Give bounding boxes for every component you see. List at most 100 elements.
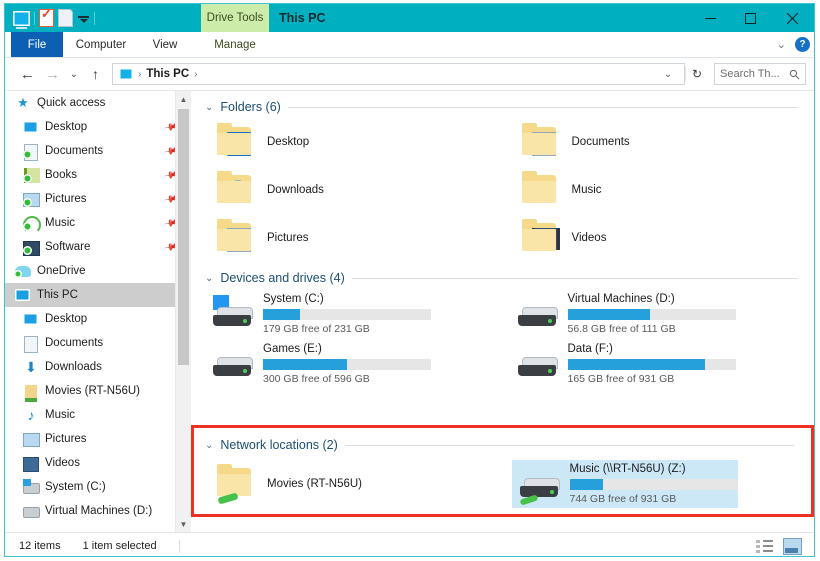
folder-item[interactable]: ♪ Music: [510, 166, 815, 214]
group-header-folders[interactable]: ⌄ Folders (6): [205, 100, 814, 114]
sidebar-item-pictures[interactable]: Pictures 📌: [5, 187, 191, 211]
help-icon[interactable]: ?: [795, 37, 810, 52]
minimize-button[interactable]: [690, 4, 730, 32]
navigation-scrollbar[interactable]: ▲ ▼: [175, 91, 191, 532]
tab-computer[interactable]: Computer: [63, 32, 139, 57]
properties-icon[interactable]: [39, 6, 54, 27]
tab-manage[interactable]: Manage: [201, 32, 269, 57]
back-button[interactable]: ←: [15, 62, 40, 86]
qat-divider-2: [94, 11, 95, 25]
breadcrumb-separator-1[interactable]: ›: [194, 69, 197, 80]
address-right: ↻ Search Th...: [685, 63, 814, 85]
recent-locations-button[interactable]: ⌄: [65, 62, 83, 86]
qat-divider: [34, 11, 35, 25]
sidebar-item-system-c[interactable]: System (C:): [5, 475, 191, 499]
drive-item[interactable]: Virtual Machines (D:) 56.8 GB free of 111…: [510, 289, 815, 339]
sidebar-item-music[interactable]: ♪ Music: [5, 403, 191, 427]
windows-drive-icon: [209, 293, 257, 333]
breadcrumb[interactable]: › This PC › ⌄: [112, 63, 685, 85]
folder-item[interactable]: Pictures: [205, 214, 510, 262]
network-folder-label: Movies (RT-N56U): [267, 478, 362, 490]
sidebar-item-pictures[interactable]: Pictures: [5, 427, 191, 451]
sidebar-item-software[interactable]: Software 📌: [5, 235, 191, 259]
sidebar-item-label: Quick access: [37, 97, 106, 109]
books-synced-icon: [23, 167, 40, 183]
sidebar-item-virtual-machines-d[interactable]: Virtual Machines (D:): [5, 499, 191, 523]
group-header-drives[interactable]: ⌄ Devices and drives (4): [205, 271, 814, 285]
ribbon-right-controls: ⌄ ?: [777, 32, 810, 57]
network-item[interactable]: Movies (RT-N56U): [205, 456, 508, 512]
sidebar-item-onedrive[interactable]: OneDrive: [5, 259, 191, 283]
group-title-drives: Devices and drives (4): [220, 271, 345, 285]
sidebar-item-label: OneDrive: [37, 265, 86, 277]
network-item[interactable]: Music (\\RT-N56U) (Z:) 744 GB free of 931…: [508, 456, 811, 512]
search-input[interactable]: Search Th...: [714, 63, 806, 85]
details-view-button[interactable]: [756, 539, 773, 554]
sidebar-item-music[interactable]: Music 📌: [5, 211, 191, 235]
close-button[interactable]: [770, 4, 814, 32]
title-bar: Drive Tools This PC: [5, 4, 814, 32]
drive-item[interactable]: Data (F:) 165 GB free of 931 GB: [510, 339, 815, 389]
sidebar-item-quick-access[interactable]: ★ Quick access: [5, 91, 191, 115]
file-explorer-window: Drive Tools This PC File Computer View M…: [4, 3, 815, 557]
desktop-monitor-icon: [23, 311, 39, 327]
drive-name: Virtual Machines (D:): [567, 293, 675, 305]
drive-item[interactable]: System (C:) 179 GB free of 231 GB: [205, 289, 510, 339]
contextual-tab-drive-tools[interactable]: Drive Tools: [201, 4, 269, 32]
group-title-network: Network locations (2): [220, 438, 338, 452]
sidebar-item-downloads[interactable]: ⬇ Downloads: [5, 355, 191, 379]
group-header-network[interactable]: ⌄ Network locations (2): [205, 438, 810, 452]
folder-documents-icon: [518, 123, 562, 161]
breadcrumb-item-this-pc[interactable]: This PC: [146, 68, 189, 80]
scroll-up-arrow-icon[interactable]: ▲: [176, 91, 191, 107]
customize-caret-icon[interactable]: [77, 12, 90, 25]
drives-grid: System (C:) 179 GB free of 231 GB Virtual …: [191, 289, 814, 389]
tab-view[interactable]: View: [139, 32, 191, 57]
tab-file[interactable]: File: [11, 32, 63, 57]
ribbon-tab-strip: File Computer View Manage ⌄ ?: [5, 32, 814, 58]
sidebar-item-desktop[interactable]: Desktop 📌: [5, 115, 191, 139]
folder-item[interactable]: ⬇ Downloads: [205, 166, 510, 214]
folder-item[interactable]: Documents: [510, 118, 815, 166]
folder-item[interactable]: Videos: [510, 214, 815, 262]
window-controls: [690, 4, 814, 32]
refresh-button[interactable]: ↻: [685, 67, 708, 81]
this-pc-icon[interactable]: [13, 10, 30, 29]
drive-item[interactable]: Games (E:) 300 GB free of 596 GB: [205, 339, 510, 389]
scroll-down-arrow-icon[interactable]: ▼: [176, 516, 191, 532]
up-button[interactable]: ↑: [83, 62, 108, 86]
folder-item[interactable]: Desktop: [205, 118, 510, 166]
drive-icon: [514, 293, 562, 333]
folder-label: Documents: [571, 136, 630, 148]
status-bar: 12 items 1 item selected: [5, 532, 814, 556]
new-folder-icon[interactable]: [58, 9, 73, 27]
network-grid: Movies (RT-N56U) Music (\\RT-N56U) (Z:) 74…: [191, 456, 810, 512]
window-title: This PC: [279, 11, 326, 25]
large-icons-view-button[interactable]: [783, 537, 802, 555]
capacity-bar: [567, 359, 736, 370]
contextual-tab-label: Drive Tools: [206, 12, 264, 24]
chevron-down-icon[interactable]: ⌄: [205, 440, 213, 451]
sidebar-item-videos[interactable]: Videos: [5, 451, 191, 475]
address-dropdown-icon[interactable]: ⌄: [658, 69, 678, 80]
drive-free-space: 300 GB free of 596 GB: [263, 373, 370, 385]
folder-label: Pictures: [267, 232, 309, 244]
chevron-down-icon[interactable]: ⌄: [777, 38, 786, 51]
sidebar-item-label: Pictures: [45, 193, 87, 205]
sidebar-item-desktop[interactable]: Desktop: [5, 307, 191, 331]
capacity-bar: [567, 309, 736, 320]
sidebar-item-books[interactable]: Books 📌: [5, 163, 191, 187]
folder-downloads-icon: ⬇: [213, 171, 257, 209]
drive-free-space: 56.8 GB free of 111 GB: [567, 323, 676, 335]
maximize-button[interactable]: [730, 4, 770, 32]
chevron-down-icon[interactable]: ⌄: [205, 102, 213, 113]
sidebar-item-documents[interactable]: Documents 📌: [5, 139, 191, 163]
scrollbar-thumb[interactable]: [178, 109, 189, 365]
folder-desktop-icon: [213, 123, 257, 161]
sidebar-item-this-pc[interactable]: This PC: [5, 283, 191, 307]
search-icon: [789, 69, 800, 79]
chevron-down-icon[interactable]: ⌄: [205, 273, 213, 284]
forward-button[interactable]: →: [40, 62, 65, 86]
sidebar-item-documents[interactable]: Documents: [5, 331, 191, 355]
sidebar-item-movies-rt-n56u[interactable]: Movies (RT-N56U): [5, 379, 191, 403]
